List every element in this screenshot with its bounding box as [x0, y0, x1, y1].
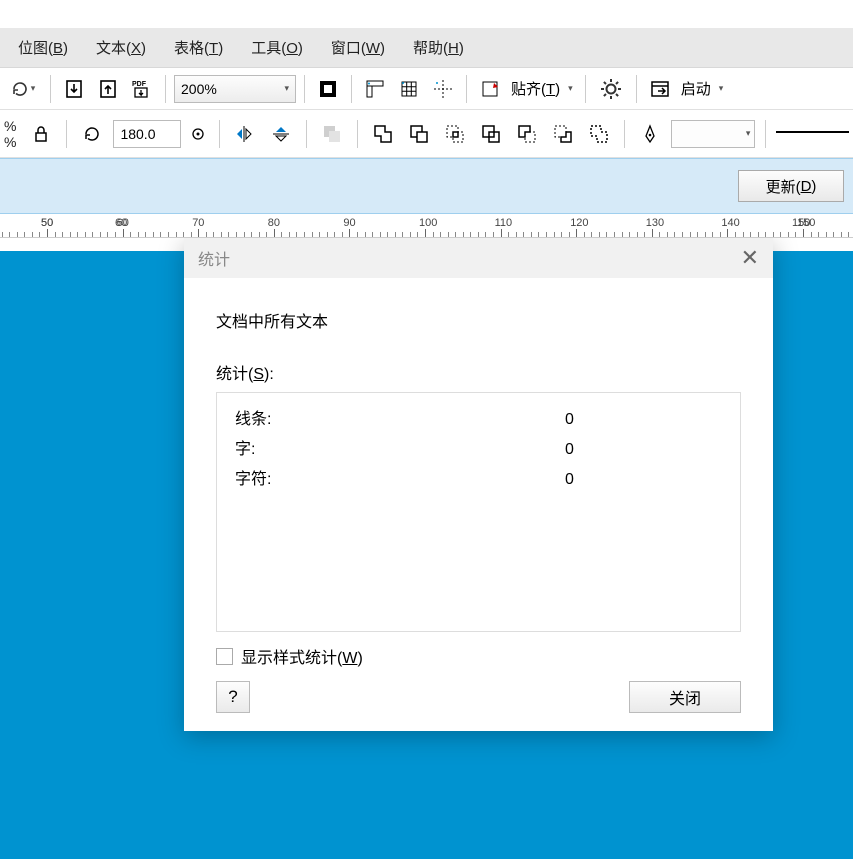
toolbar-1: ▾ PDF 200% ▾ 贴齐(T) ▾ 启动 ▾	[0, 68, 853, 110]
list-item: 字符:0	[235, 465, 722, 495]
combine-simplify-icon[interactable]	[476, 119, 506, 149]
refresh-dropdown-icon[interactable]: ▾	[4, 74, 42, 104]
stat-label: 统计(S):	[216, 360, 741, 384]
export-icon[interactable]	[93, 74, 123, 104]
menubar: 位图(B) 文本(X) 表格(T) 工具(O) 窗口(W) 帮助(H)	[0, 28, 853, 68]
update-band: 更新(D)	[0, 158, 853, 214]
menu-bitmap[interactable]: 位图(B)	[18, 37, 68, 58]
snap-toggle-icon[interactable]	[475, 74, 505, 104]
combine-boundary-icon[interactable]	[584, 119, 614, 149]
combine-weld-icon[interactable]	[368, 119, 398, 149]
show-style-stats-label: 显示样式统计(W)	[241, 644, 363, 668]
close-icon[interactable]: ✕	[741, 245, 759, 271]
line-style-preview[interactable]	[776, 131, 849, 143]
help-button[interactable]: ?	[216, 681, 250, 713]
toolbar-2: % % ▾	[0, 110, 853, 158]
close-button[interactable]: 关闭	[629, 681, 741, 713]
zoom-select[interactable]: 200% ▾	[174, 75, 296, 103]
statistics-dialog: 统计 ✕ 文档中所有文本 统计(S): 线条:0 字:0 字符:0 显示样式统计…	[184, 238, 773, 731]
pdf-icon[interactable]: PDF	[127, 74, 157, 104]
rotate-icon[interactable]	[77, 119, 107, 149]
combine-back-minus-front-icon[interactable]	[548, 119, 578, 149]
dialog-title: 统计	[198, 246, 230, 270]
launch-label[interactable]: 启动	[681, 78, 711, 99]
combine-trim-icon[interactable]	[404, 119, 434, 149]
pen-tool-icon[interactable]	[635, 119, 665, 149]
combine-intersect-icon[interactable]	[440, 119, 470, 149]
outline-width-select[interactable]: ▾	[671, 120, 755, 148]
update-button[interactable]: 更新(D)	[738, 170, 844, 202]
fullscreen-icon[interactable]	[313, 74, 343, 104]
rotation-center-icon[interactable]	[187, 119, 209, 149]
rotation-input[interactable]	[113, 120, 181, 148]
ruler: 50 60 150 5060708090100110120130140150	[0, 214, 853, 238]
guides-icon[interactable]	[428, 74, 458, 104]
section-caption: 文档中所有文本	[216, 308, 741, 332]
menu-tools[interactable]: 工具(O)	[251, 37, 303, 58]
svg-text:PDF: PDF	[132, 81, 147, 88]
combine-front-minus-back-icon[interactable]	[512, 119, 542, 149]
grid-icon[interactable]	[394, 74, 424, 104]
percent-labels: % %	[4, 118, 16, 150]
menu-text[interactable]: 文本(X)	[96, 37, 146, 58]
snap-label[interactable]: 贴齐(T)	[511, 78, 560, 99]
list-item: 字:0	[235, 435, 722, 465]
launch-icon[interactable]	[645, 74, 675, 104]
show-style-stats-checkbox[interactable]	[216, 648, 233, 665]
options-icon[interactable]	[594, 74, 628, 104]
menu-help[interactable]: 帮助(H)	[413, 37, 464, 58]
menu-table[interactable]: 表格(T)	[174, 37, 223, 58]
stat-listbox[interactable]: 线条:0 字:0 字符:0	[216, 392, 741, 632]
lock-icon[interactable]	[26, 119, 56, 149]
flip-vertical-icon[interactable]	[266, 119, 296, 149]
canvas-area: 统计 ✕ 文档中所有文本 统计(S): 线条:0 字:0 字符:0 显示样式统计…	[0, 238, 853, 859]
rulers-icon[interactable]	[360, 74, 390, 104]
duplicate-icon[interactable]	[317, 119, 347, 149]
flip-horizontal-icon[interactable]	[230, 119, 260, 149]
import-icon[interactable]	[59, 74, 89, 104]
list-item: 线条:0	[235, 405, 722, 435]
zoom-value: 200%	[181, 81, 217, 97]
menu-window[interactable]: 窗口(W)	[331, 37, 385, 58]
